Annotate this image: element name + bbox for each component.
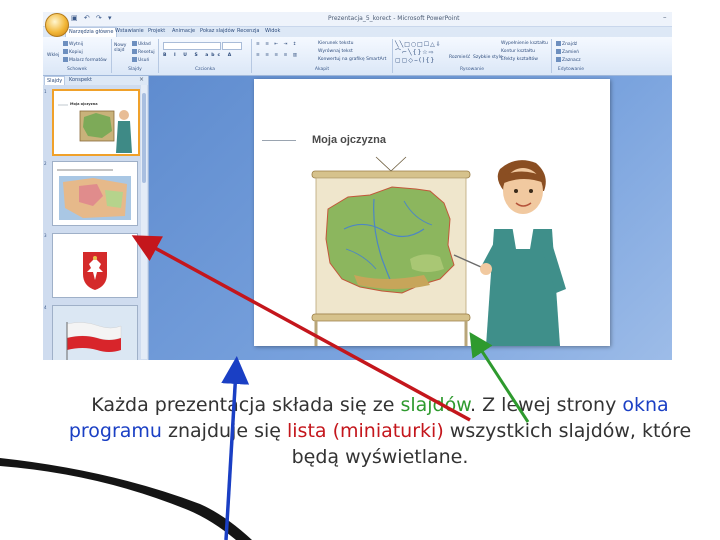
arrow-green-icon: [469, 331, 530, 423]
arrow-blue-icon: [221, 356, 250, 540]
decorative-swoosh: [0, 458, 252, 540]
arrow-red-icon: [131, 235, 471, 422]
annotation-overlay: [0, 235, 530, 540]
office-button-icon[interactable]: [45, 13, 69, 37]
